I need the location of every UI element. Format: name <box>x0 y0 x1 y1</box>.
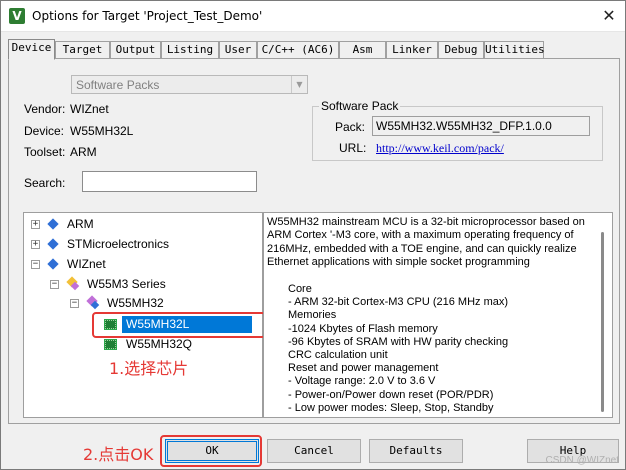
expand-stmicro-icon[interactable]: + <box>31 240 40 249</box>
tree-item-family[interactable]: W55MH32 <box>107 296 164 310</box>
software-pack-title: Software Pack <box>319 99 401 113</box>
tab-c-cpp[interactable]: C/C++ (AC6) <box>257 41 339 59</box>
device-value: W55MH32L <box>70 124 134 138</box>
title-bar: V Options for Target 'Project_Test_Demo'… <box>1 1 625 32</box>
tree-item-series[interactable]: W55M3 Series <box>87 277 166 291</box>
chevron-down-icon: ▼ <box>291 76 307 93</box>
description-line: - ARM 32-bit Cortex-M3 CPU (216 MHz max) <box>288 296 509 309</box>
expand-arm-icon[interactable]: + <box>31 220 40 229</box>
description-intro: W55MH32 mainstream MCU is a 32-bit micro… <box>267 216 585 268</box>
tab-strip: Device Target Output Listing User C/C++ … <box>8 39 620 60</box>
tree-item-w55mh32q[interactable]: W55MH32Q <box>126 337 192 351</box>
annotation-highlight-ok <box>160 435 262 467</box>
device-description: W55MH32 mainstream MCU is a 32-bit micro… <box>263 212 613 418</box>
description-line: Memories <box>288 309 337 322</box>
tab-user[interactable]: User <box>219 41 257 59</box>
annotation-step1: 1.选择芯片 <box>109 359 189 378</box>
description-line: - Power-on/Power down reset (POR/PDR) <box>288 388 494 401</box>
description-line: CRC calculation unit <box>288 349 388 362</box>
pack-label: Pack: <box>335 120 366 134</box>
close-icon[interactable]: ✕ <box>599 6 619 26</box>
keil-app-icon: V <box>9 8 25 24</box>
watermark: CSDN @WIZnet <box>545 455 620 466</box>
description-line: Reset and power management <box>288 362 439 375</box>
toolset-value: ARM <box>70 145 97 159</box>
description-line: - Voltage range: 2.0 V to 3.6 V <box>288 375 436 388</box>
chip-icon <box>104 339 117 350</box>
defaults-button[interactable]: Defaults <box>369 439 463 463</box>
description-line: - Low power modes: Sleep, Stop, Standby <box>288 401 494 414</box>
collapse-wiznet-icon[interactable]: − <box>31 260 40 269</box>
tab-utilities[interactable]: Utilities <box>484 41 545 59</box>
description-scrollbar[interactable] <box>595 214 611 416</box>
pack-field: W55MH32.W55MH32_DFP.1.0.0 <box>372 116 590 136</box>
options-dialog: V Options for Target 'Project_Test_Demo'… <box>0 0 626 470</box>
collapse-family-icon[interactable]: − <box>70 299 79 308</box>
tab-asm[interactable]: Asm <box>339 41 386 59</box>
pack-url-link[interactable]: http://www.keil.com/pack/ <box>376 141 504 156</box>
tab-device[interactable]: Device <box>8 39 55 60</box>
search-label: Search: <box>24 176 66 190</box>
pack-source-value: Software Packs <box>76 78 160 92</box>
tree-item-arm[interactable]: ARM <box>67 217 94 231</box>
tab-linker[interactable]: Linker <box>386 41 438 59</box>
window-title: Options for Target 'Project_Test_Demo' <box>32 9 263 23</box>
tab-output[interactable]: Output <box>110 41 161 59</box>
tree-item-wiznet[interactable]: WIZnet <box>67 257 106 271</box>
tab-debug[interactable]: Debug <box>438 41 484 59</box>
tab-listing[interactable]: Listing <box>161 41 219 59</box>
pack-source-select[interactable]: Software Packs ▼ <box>71 75 308 94</box>
pack-value: W55MH32.W55MH32_DFP.1.0.0 <box>376 119 552 133</box>
cancel-button[interactable]: Cancel <box>267 439 361 463</box>
url-label: URL: <box>339 141 367 155</box>
scrollbar-thumb[interactable] <box>601 232 604 412</box>
description-line: -96 Kbytes of SRAM with HW parity checki… <box>288 335 509 348</box>
description-line: -1024 Kbytes of Flash memory <box>288 322 438 335</box>
device-label: Device: <box>24 124 65 138</box>
toolset-label: Toolset: <box>24 145 66 159</box>
vendor-value: WIZnet <box>70 102 109 116</box>
vendor-label: Vendor: <box>24 102 66 116</box>
annotation-step2: 2.点击OK <box>83 445 154 464</box>
tab-target[interactable]: Target <box>55 41 110 59</box>
tree-item-stmicro[interactable]: STMicroelectronics <box>67 237 169 251</box>
search-input[interactable] <box>82 171 257 192</box>
annotation-highlight-device <box>92 312 266 338</box>
collapse-series-icon[interactable]: − <box>50 280 59 289</box>
description-line: Core <box>288 283 312 295</box>
